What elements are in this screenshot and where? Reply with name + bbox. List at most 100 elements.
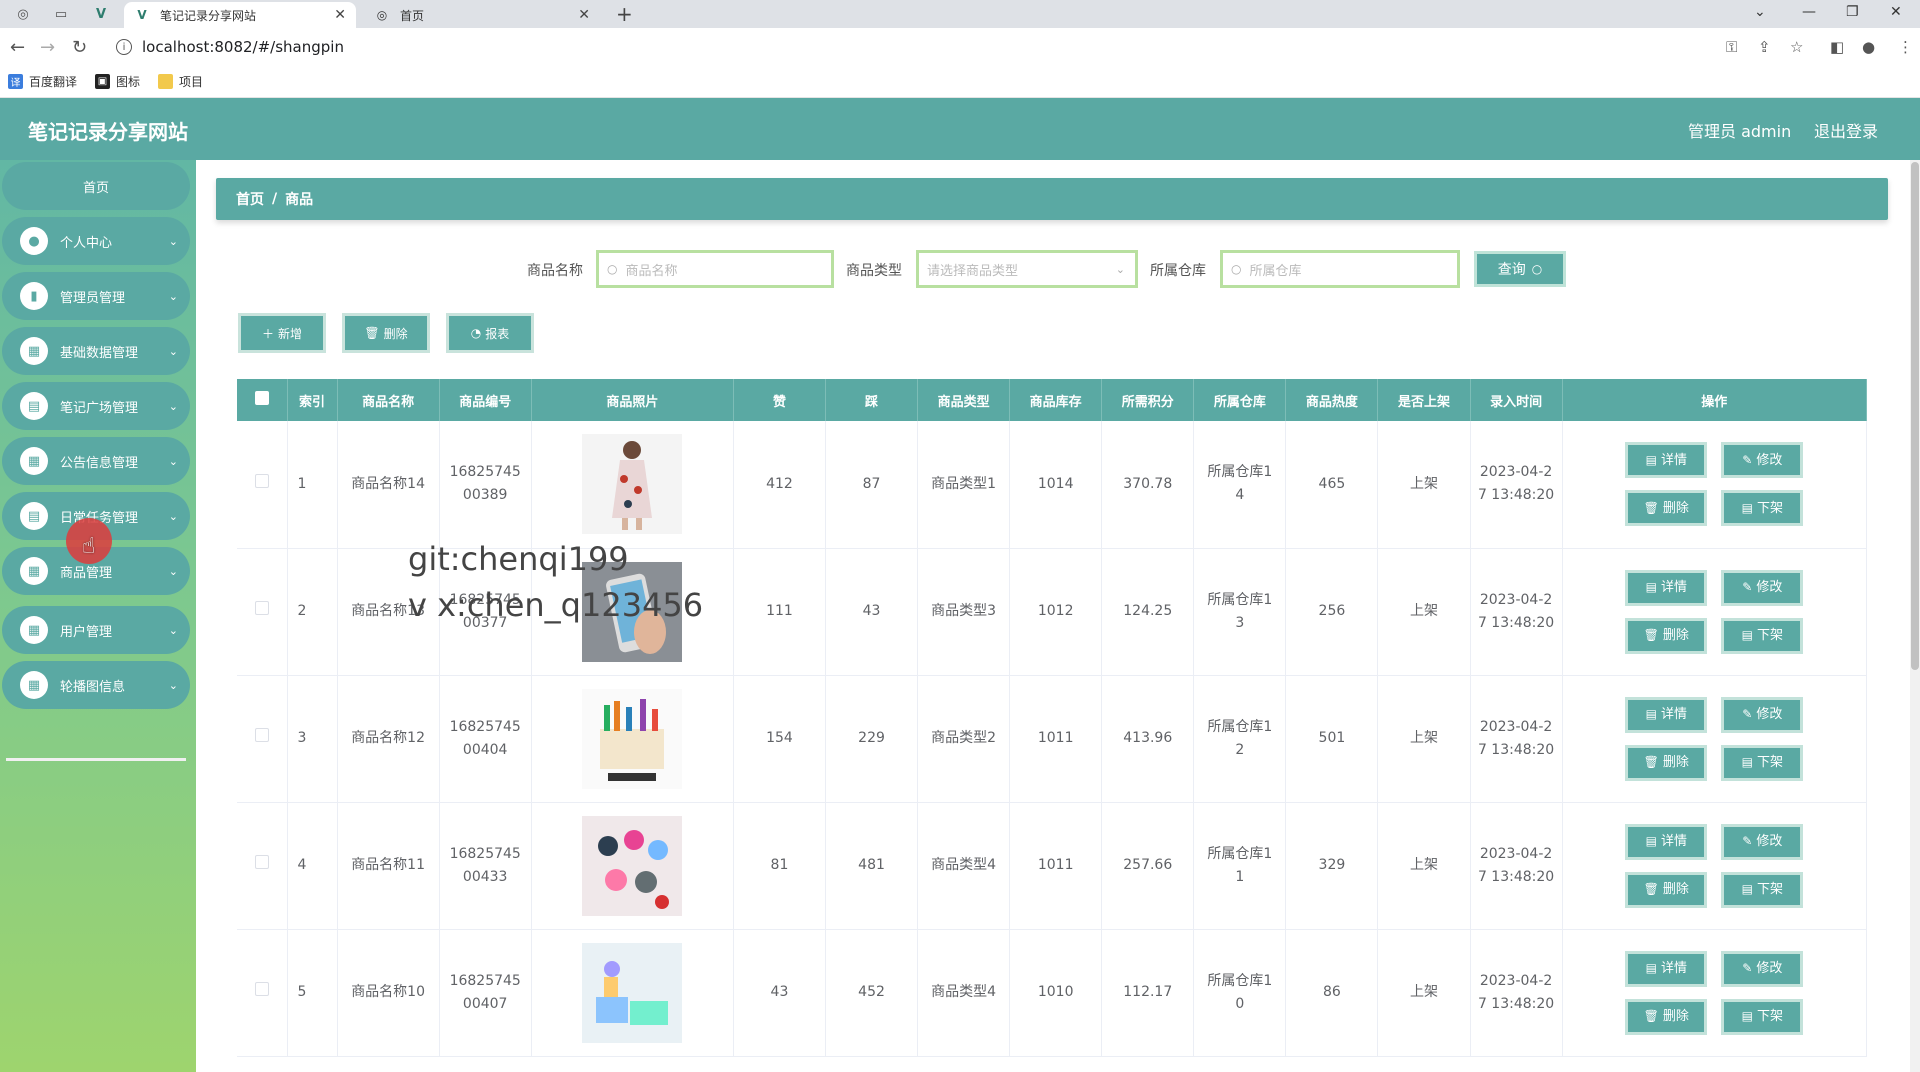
row-select[interactable] <box>237 802 288 930</box>
new-tab-icon[interactable]: + <box>616 2 633 26</box>
bookmark-translate[interactable]: 译 百度翻译 <box>8 73 77 90</box>
checkbox[interactable] <box>254 728 269 742</box>
warehouse-line: 所属仓库1 <box>1207 464 1273 481</box>
info-icon[interactable]: i <box>116 39 132 55</box>
url-field[interactable]: i localhost:8082/#/shangpin <box>104 33 1734 61</box>
edit-button[interactable]: ✎ 修改 <box>1721 950 1804 987</box>
app-title: 笔记记录分享网站 <box>28 120 188 144</box>
detail-button[interactable]: ▤ 详情 <box>1625 950 1708 987</box>
reload-icon[interactable]: ↻ <box>72 37 87 58</box>
bookmark-label: 图标 <box>116 75 141 89</box>
button-label: 删除 <box>1662 628 1689 643</box>
product-photo[interactable] <box>582 688 683 789</box>
edit-button[interactable]: ✎ 修改 <box>1721 823 1804 860</box>
bookmark-project[interactable]: 项目 <box>158 73 203 90</box>
close-icon[interactable]: ✕ <box>578 7 590 23</box>
table-row: 1 商品名称14 16825745 00389 412 87 商品类型1 1014 370.78… <box>237 421 1867 549</box>
type-select[interactable]: 请选择商品类型 ⌄ <box>916 250 1138 288</box>
detail-button[interactable]: ▤ 详情 <box>1625 696 1708 733</box>
checkbox[interactable] <box>254 391 269 405</box>
cell-time: 2023-04-2 7 13:48:20 <box>1470 802 1563 930</box>
sidebar-item-3[interactable]: ▤ 笔记广场管理 ⌄ <box>2 382 190 430</box>
checkbox[interactable] <box>254 982 269 996</box>
key-icon[interactable]: ⚿ <box>1726 38 1737 56</box>
close-icon[interactable]: ✕ <box>334 7 346 23</box>
select-all-checkbox[interactable] <box>237 379 288 421</box>
logout-link[interactable]: 退出登录 <box>1814 118 1878 142</box>
document-icon: ▤ <box>1741 628 1753 642</box>
sidebar-item-2[interactable]: ▦ 基础数据管理 ⌄ <box>2 327 190 375</box>
delete-button[interactable]: 🗑 删除 <box>1625 490 1708 527</box>
detail-button[interactable]: ▤ 详情 <box>1625 569 1708 606</box>
sidebar-item-home[interactable]: 首页 <box>2 162 190 210</box>
edit-button[interactable]: ✎ 修改 <box>1721 569 1804 606</box>
unlist-button[interactable]: ▤ 下架 <box>1721 871 1804 908</box>
pencil-icon: ✎ <box>1742 707 1753 721</box>
button-label: 新增 <box>278 326 303 341</box>
document-icon: ▤ <box>1645 452 1657 467</box>
tab-home[interactable]: ◎ 首页 ✕ <box>364 2 600 28</box>
menu-icon[interactable]: ⋮ <box>1898 38 1913 56</box>
warehouse-search-input[interactable]: ○ 所属仓库 <box>1220 250 1460 288</box>
forward-icon[interactable]: → <box>40 37 55 58</box>
row-select[interactable] <box>237 548 288 676</box>
unlist-button[interactable]: ▤ 下架 <box>1721 617 1804 654</box>
globe-icon[interactable]: ◎ <box>12 4 34 24</box>
checkbox[interactable] <box>254 473 269 488</box>
edit-button[interactable]: ✎ 修改 <box>1721 696 1804 733</box>
cell-photo <box>531 929 734 1057</box>
delete-button[interactable]: 🗑 删除 <box>1625 871 1708 908</box>
unlist-button[interactable]: ▤ 下架 <box>1721 998 1804 1035</box>
unlist-button[interactable]: ▤ 下架 <box>1721 490 1804 527</box>
row-select[interactable] <box>237 929 288 1057</box>
checkbox[interactable] <box>254 855 269 869</box>
query-button[interactable]: 查询 ○ <box>1474 251 1566 287</box>
sidebar-item-7[interactable]: ▦ 用户管理 ⌄ <box>2 606 190 654</box>
button-label: 修改 <box>1756 707 1783 722</box>
delete-button[interactable]: 🗑 删除 <box>1625 617 1708 654</box>
cell-listed: 上架 <box>1377 802 1471 930</box>
col-listed: 是否上架 <box>1377 379 1471 421</box>
detail-button[interactable]: ▤ 详情 <box>1625 823 1708 860</box>
delete-button[interactable]: 🗑 删除 <box>1625 998 1708 1035</box>
back-icon[interactable]: ← <box>10 37 25 58</box>
name-search-input[interactable]: ○ 商品名称 <box>596 250 834 288</box>
star-icon[interactable]: ☆ <box>1790 38 1803 56</box>
cell-dislikes: 452 <box>825 929 919 1057</box>
row-select[interactable] <box>237 675 288 803</box>
product-photo[interactable] <box>582 942 683 1043</box>
app-header: 笔记记录分享网站 管理员 admin 退出登录 <box>0 98 1920 160</box>
tab-active[interactable]: V 笔记记录分享网站 ✕ <box>124 2 356 28</box>
product-photo[interactable] <box>582 434 683 535</box>
profile-icon[interactable]: ● <box>1862 38 1875 56</box>
sidebar-item-8[interactable]: ▦ 轮播图信息 ⌄ <box>2 661 190 709</box>
detail-button[interactable]: ▤ 详情 <box>1625 442 1708 479</box>
add-button[interactable]: ＋ 新增 <box>238 313 326 353</box>
sidebar-item-4[interactable]: ▦ 公告信息管理 ⌄ <box>2 437 190 485</box>
type-search-label: 商品类型 <box>846 263 902 279</box>
blank-tab-icon[interactable]: ▭ <box>50 4 72 24</box>
bookmark-icons[interactable]: ▣ 图标 <box>95 73 140 90</box>
chevron-down-icon[interactable]: ⌄ <box>1754 4 1766 20</box>
share-icon[interactable]: ⇪ <box>1758 38 1771 56</box>
button-label: 删除 <box>1662 500 1689 516</box>
sidepanel-icon[interactable]: ◧ <box>1830 38 1844 56</box>
scrollbar-thumb[interactable] <box>1911 162 1919 670</box>
breadcrumb-home[interactable]: 首页 <box>236 189 264 209</box>
product-photo[interactable] <box>582 815 683 916</box>
restore-icon[interactable]: ❐ <box>1846 4 1859 20</box>
bulk-delete-button[interactable]: 🗑 删除 <box>342 313 430 353</box>
row-select[interactable] <box>237 421 288 549</box>
trash-icon: 🗑 <box>1643 755 1659 769</box>
unlist-button[interactable]: ▤ 下架 <box>1721 744 1804 781</box>
close-window-icon[interactable]: ✕ <box>1890 4 1902 20</box>
sidebar-item-1[interactable]: ▮ 管理员管理 ⌄ <box>2 272 190 320</box>
vue-icon[interactable]: V <box>90 4 112 24</box>
sidebar-item-0[interactable]: ● 个人中心 ⌄ <box>2 217 190 265</box>
checkbox[interactable] <box>254 601 269 615</box>
delete-button[interactable]: 🗑 删除 <box>1625 744 1708 781</box>
report-button[interactable]: ◔ 报表 <box>446 313 534 353</box>
minimize-icon[interactable]: — <box>1802 4 1816 20</box>
sidebar-item-label: 用户管理 <box>60 624 113 640</box>
edit-button[interactable]: ✎ 修改 <box>1721 442 1804 479</box>
